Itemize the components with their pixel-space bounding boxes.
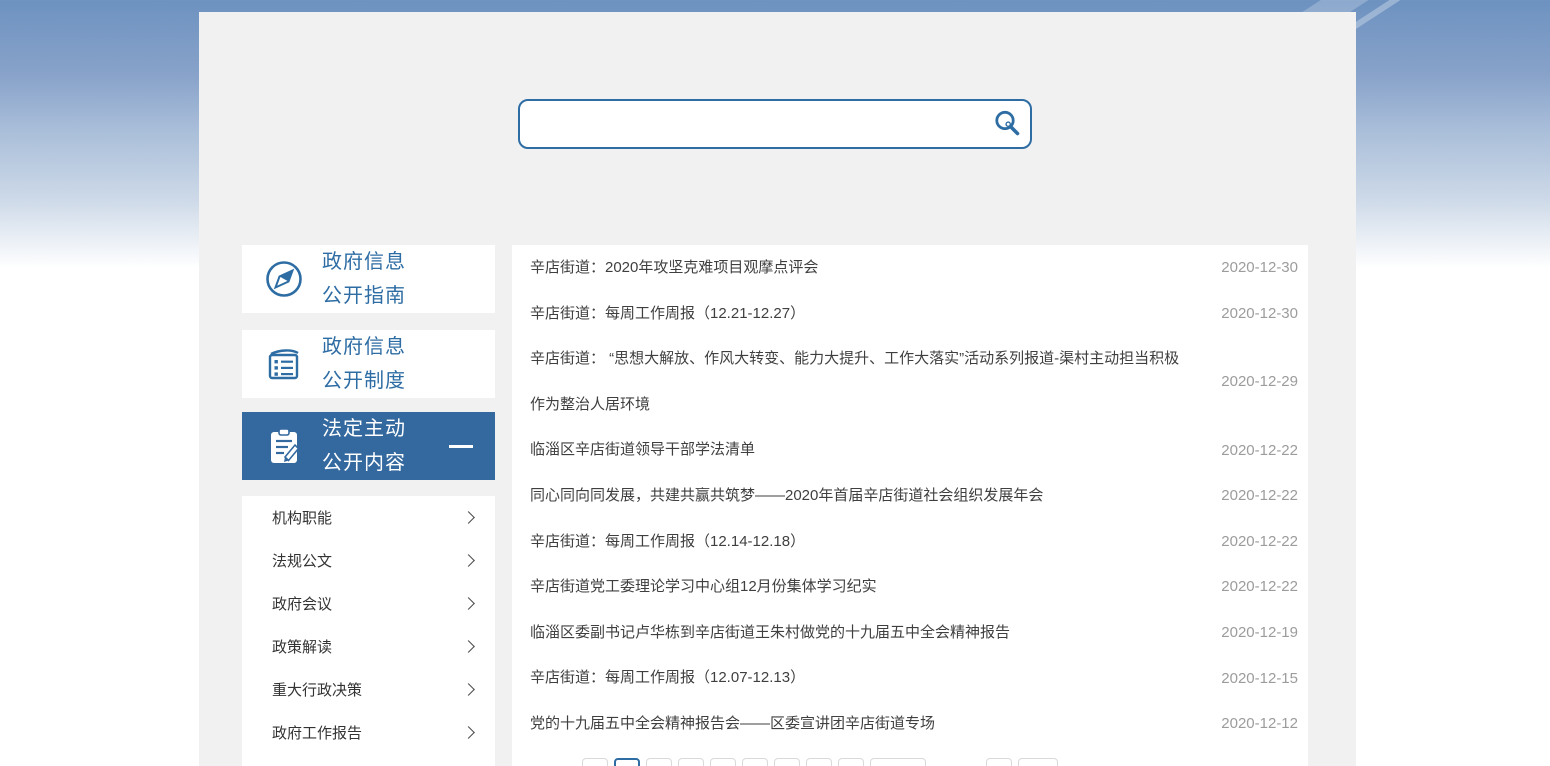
news-title-link[interactable]: 同心同向同发展，共建共赢共筑梦——2020年首届辛店街道社会组织发展年会 — [530, 473, 1198, 519]
chevron-right-icon — [462, 640, 475, 653]
sidebar-submenu: 机构职能 法规公文 政府会议 政策解读 重大行政决策 政府工作报告 — [242, 496, 495, 766]
page-button[interactable] — [806, 758, 832, 766]
news-row: 辛店街道：每周工作周报（12.14-12.18） 2020-12-22 — [530, 519, 1298, 565]
news-row: 同心同向同发展，共建共赢共筑梦——2020年首届辛店街道社会组织发展年会 202… — [530, 473, 1298, 519]
menu-item-label: 机构职能 — [272, 507, 332, 528]
clipboard-pencil-icon — [262, 424, 306, 468]
news-date: 2020-12-15 — [1198, 670, 1298, 687]
page-button[interactable] — [646, 758, 672, 766]
news-date: 2020-12-30 — [1198, 305, 1298, 322]
news-date: 2020-12-19 — [1198, 624, 1298, 641]
page-jump-input[interactable] — [986, 758, 1012, 766]
news-row: 辛店街道： “思想大解放、作风大转变、能力大提升、工作大落实”活动系列报道-渠村… — [530, 336, 1298, 427]
news-date: 2020-12-29 — [1198, 373, 1298, 390]
news-date: 2020-12-30 — [1198, 259, 1298, 276]
news-date: 2020-12-22 — [1198, 487, 1298, 504]
news-row: 临淄区辛店街道领导干部学法清单 2020-12-22 — [530, 427, 1298, 473]
sidebar-item-major-decisions[interactable]: 重大行政决策 — [242, 668, 495, 711]
news-title-link[interactable]: 辛店街道： “思想大解放、作风大转变、能力大提升、工作大落实”活动系列报道-渠村… — [530, 336, 1198, 427]
minus-icon — [449, 445, 473, 448]
chevron-right-icon — [462, 683, 475, 696]
menu-item-label: 政策解读 — [272, 636, 332, 657]
sidebar-card-statutory-disclosure[interactable]: 法定主动 公开内容 — [242, 412, 495, 480]
menu-item-label: 重大行政决策 — [272, 679, 362, 700]
news-title-link[interactable]: 临淄区委副书记卢华栋到辛店街道王朱村做党的十九届五中全会精神报告 — [530, 610, 1198, 656]
page-button-current[interactable] — [614, 758, 640, 766]
news-title-link[interactable]: 党的十九届五中全会精神报告会——区委宣讲团辛店街道专场 — [530, 701, 1198, 747]
page-button[interactable] — [710, 758, 736, 766]
menu-item-label: 政府会议 — [272, 593, 332, 614]
news-date: 2020-12-12 — [1198, 715, 1298, 732]
news-title-link[interactable]: 辛店街道党工委理论学习中心组12月份集体学习纪实 — [530, 564, 1198, 610]
menu-item-label: 政府工作报告 — [272, 722, 362, 743]
sidebar-item-work-report[interactable]: 政府工作报告 — [242, 711, 495, 754]
news-row: 辛店街道：每周工作周报（12.21-12.27） 2020-12-30 — [530, 291, 1298, 337]
search-button[interactable] — [984, 101, 1030, 147]
page-button[interactable] — [678, 758, 704, 766]
compass-icon — [262, 257, 306, 301]
news-row: 辛店街道：2020年攻坚克难项目观摩点评会 2020-12-30 — [530, 245, 1298, 291]
news-title-link[interactable]: 辛店街道：2020年攻坚克难项目观摩点评会 — [530, 245, 1198, 291]
page-button[interactable] — [742, 758, 768, 766]
sidebar-item-policy-interpretation[interactable]: 政策解读 — [242, 625, 495, 668]
chevron-right-icon — [462, 597, 475, 610]
news-title-link[interactable]: 辛店街道：每周工作周报（12.14-12.18） — [530, 519, 1198, 565]
sidebar-item-planning[interactable]: 规划计划 — [242, 754, 495, 766]
page-button[interactable] — [774, 758, 800, 766]
search-input[interactable] — [520, 101, 984, 147]
news-title-link[interactable]: 临淄区辛店街道领导干部学法清单 — [530, 427, 1198, 473]
pagination-bar — [582, 758, 1058, 766]
news-date: 2020-12-22 — [1198, 533, 1298, 550]
content-panel: 政府信息 公开指南 政府信息 公开制度 — [199, 12, 1356, 766]
page-go-button[interactable] — [1018, 758, 1058, 766]
news-list: 辛店街道：2020年攻坚克难项目观摩点评会 2020-12-30 辛店街道：每周… — [512, 245, 1308, 747]
sidebar-card-label: 政府信息 公开制度 — [322, 330, 406, 398]
news-title-link[interactable]: 辛店街道：每周工作周报（12.07-12.13） — [530, 655, 1198, 701]
news-date: 2020-12-22 — [1198, 442, 1298, 459]
news-date: 2020-12-22 — [1198, 578, 1298, 595]
page-next-button[interactable] — [870, 758, 926, 766]
pagination-spacer — [932, 758, 980, 759]
chevron-right-icon — [462, 726, 475, 739]
news-row: 辛店街道党工委理论学习中心组12月份集体学习纪实 2020-12-22 — [530, 564, 1298, 610]
sidebar-item-government-meetings[interactable]: 政府会议 — [242, 582, 495, 625]
news-panel: 辛店街道：2020年攻坚克难项目观摩点评会 2020-12-30 辛店街道：每周… — [512, 245, 1308, 766]
chevron-right-icon — [462, 511, 475, 524]
news-row: 党的十九届五中全会精神报告会——区委宣讲团辛店街道专场 2020-12-12 — [530, 701, 1298, 747]
chevron-right-icon — [462, 554, 475, 567]
sidebar-item-regulations[interactable]: 法规公文 — [242, 539, 495, 582]
sidebar-item-agency-functions[interactable]: 机构职能 — [242, 496, 495, 539]
news-row: 临淄区委副书记卢华栋到辛店街道王朱村做党的十九届五中全会精神报告 2020-12… — [530, 610, 1298, 656]
sidebar-card-disclosure-guide[interactable]: 政府信息 公开指南 — [242, 245, 495, 313]
ledger-icon — [262, 342, 306, 386]
sidebar-card-disclosure-system[interactable]: 政府信息 公开制度 — [242, 330, 495, 398]
search-box — [518, 99, 1032, 149]
search-icon — [992, 109, 1022, 139]
sidebar-card-label: 政府信息 公开指南 — [322, 245, 406, 313]
news-title-link[interactable]: 辛店街道：每周工作周报（12.21-12.27） — [530, 291, 1198, 337]
sidebar-card-label: 法定主动 公开内容 — [322, 412, 406, 480]
news-row: 辛店街道：每周工作周报（12.07-12.13） 2020-12-15 — [530, 655, 1298, 701]
menu-item-label: 法规公文 — [272, 550, 332, 571]
page-button[interactable] — [838, 758, 864, 766]
page-button[interactable] — [582, 758, 608, 766]
